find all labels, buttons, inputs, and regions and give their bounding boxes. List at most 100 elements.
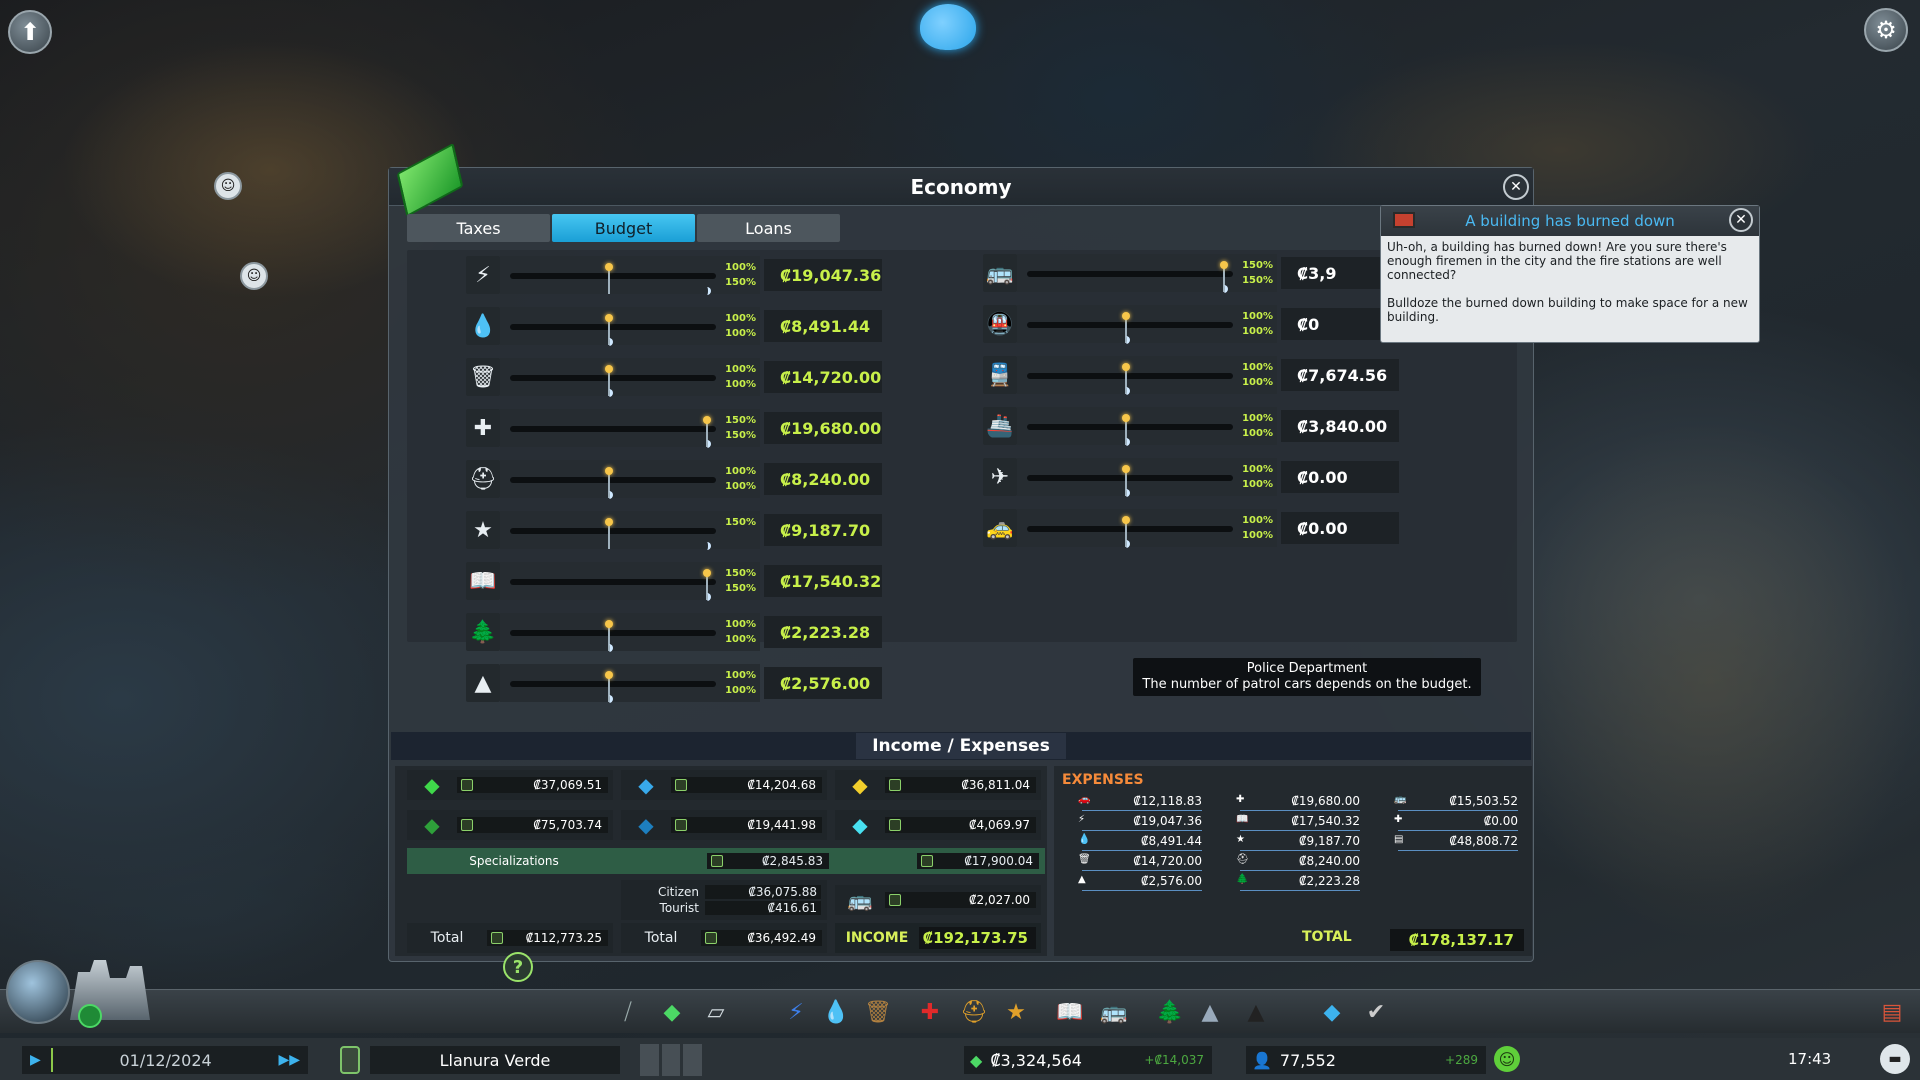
spec-commercial-value: ₡2,845.83 [761,854,823,868]
moon-icon [703,542,711,550]
info-icon[interactable] [491,932,503,944]
commercial-high-income: ◆ ₡19,441.98 [621,810,827,840]
economy-titlebar[interactable]: Economy ✕ [389,142,1533,218]
budget-slider[interactable]: 100% 150% [500,256,760,295]
date-display: 01/12/2024 [119,1050,212,1070]
income-expenses-header: Income / Expenses [391,732,1531,760]
slider-handle[interactable] [608,525,610,549]
city-name[interactable]: Llanura Verde [370,1046,620,1074]
expense-value: ₡48,808.72 [1449,834,1518,848]
info-icon[interactable] [675,819,687,831]
view-buttons[interactable] [640,1044,703,1076]
budget-expense-value: ₡19,047.36 [764,259,882,291]
transport-icon[interactable]: 🚌 [1098,996,1130,1028]
industrial-icon: ◆ [852,773,868,797]
districts-icon[interactable]: ▱ [700,996,732,1028]
day-budget-pct: 100% [1242,515,1273,526]
total-residential-value: ₡112,773.25 [525,931,602,945]
expense-item: 📖 ₡17,540.32 [1236,814,1360,831]
budget-row: 🗑 100% 100% ₡14,720.00 [466,358,882,397]
garbage-icon[interactable]: 🗑 [862,996,894,1028]
globe-icon[interactable] [6,960,70,1024]
parks-icon[interactable]: 🌲 [1154,996,1186,1028]
tab-loans[interactable]: Loans [697,214,840,242]
budget-slider[interactable]: 100% 100% [500,358,760,397]
map-info-marker[interactable]: ☺ [240,262,268,290]
happiness-icon[interactable]: ☺ [1494,1046,1520,1072]
police-icon[interactable]: ★ [1000,996,1032,1028]
tooltip-text: The number of patrol cars depends on the… [1142,677,1472,692]
slider-handle[interactable] [608,270,610,294]
monuments-icon[interactable]: ▲ [1194,996,1226,1028]
education-icon[interactable]: 📖 [1054,996,1086,1028]
info-icon[interactable] [921,855,933,867]
unlock-button[interactable]: ⬆ [8,10,52,54]
tab-taxes[interactable]: Taxes [407,214,550,242]
info-icon[interactable] [889,894,901,906]
budget-slider[interactable]: 100% 100% [500,613,760,652]
budget-slider[interactable]: 100% 100% [1017,458,1277,497]
budget-slider[interactable]: 100% 100% [500,664,760,703]
disaster-icon[interactable]: ▤ [1876,996,1908,1028]
notification-panel: A building has burned down ✕ Uh-oh, a bu… [1380,205,1760,343]
budget-expense-value: ₡3,840.00 [1281,410,1399,442]
moon-icon [1122,540,1130,548]
help-button[interactable]: ? [503,952,533,982]
expense-category-icon: ▲ [1078,874,1086,885]
info-icon[interactable] [675,779,687,791]
arrow-icon: ⬆ [19,18,41,46]
sun-icon [1122,312,1130,320]
tab-budget[interactable]: Budget [552,214,695,242]
checklist-icon[interactable]: ✔ [1360,996,1392,1028]
budget-slider[interactable]: 150% 150% [1017,254,1277,293]
settings-button[interactable]: ⚙ [1864,8,1908,52]
budget-row: 🚇 100% 100% ₡0 [983,305,1399,344]
expense-item: ⛑ ₡8,240.00 [1236,854,1360,871]
fire-icon[interactable]: ⛑ [958,996,990,1028]
budget-row: ⚡ 100% 150% ₡19,047.36 [466,256,882,295]
money-icon [396,142,464,218]
camera-icon: ▬ [1888,1051,1902,1067]
budget-expense-value: ₡2,576.00 [764,667,882,699]
roads-icon[interactable]: ⧸ [612,996,644,1028]
budget-slider[interactable]: 150% 150% [500,562,760,601]
budget-slider[interactable]: 100% 100% [500,460,760,499]
water-icon[interactable]: 💧 [820,996,852,1028]
chirper-bird-icon[interactable] [920,4,976,50]
budget-slider[interactable]: 150% [500,511,760,550]
budget-slider[interactable]: 100% 100% [1017,305,1277,344]
info-icon[interactable] [889,779,901,791]
budget-sliders-area: ⚡ 100% 150% ₡19,047.36 💧 100% 100% ₡8,491.44 🗑 10… [407,250,1517,703]
budget-slider[interactable]: 100% 100% [500,307,760,346]
budget-slider[interactable]: 100% 100% [1017,407,1277,446]
close-icon: ✕ [1735,212,1747,228]
speed-icon[interactable]: ▶▶ [278,1052,300,1068]
electricity-icon[interactable]: ⚡ [780,996,812,1028]
expense-category-icon: ✚ [1236,794,1245,805]
info-icon[interactable] [711,855,723,867]
zoning-icon[interactable]: ◆ [656,996,688,1028]
budget-slider[interactable]: 100% 100% [1017,509,1277,548]
policies-icon[interactable]: ◆ [1316,996,1348,1028]
landmarks-icon[interactable]: ▲ [1240,996,1272,1028]
info-icon[interactable] [461,819,473,831]
healthcare-icon[interactable]: ✚ [914,996,946,1028]
residential-high-icon: ◆ [424,813,440,837]
info-icon[interactable] [889,819,901,831]
budget-slider[interactable]: 100% 100% [1017,356,1277,395]
close-button[interactable]: ✕ [1503,174,1529,200]
commercial-low-income: ◆ ₡14,204.68 [621,770,827,800]
tourist-label: Tourist [659,901,699,915]
info-icon[interactable] [461,779,473,791]
notification-header[interactable]: A building has burned down ✕ [1381,206,1759,236]
notification-close-button[interactable]: ✕ [1729,208,1753,232]
budget-slider[interactable]: 150% 150% [500,409,760,448]
pause-indicator-icon[interactable] [340,1046,360,1074]
sun-icon [1122,414,1130,422]
map-info-marker[interactable]: ☺ [214,172,242,200]
play-icon[interactable]: ▶ [30,1052,41,1068]
info-icon[interactable] [705,932,717,944]
lock-icon[interactable] [78,1004,102,1028]
screenshot-button[interactable]: ▬ [1880,1044,1910,1074]
money-panel: ◆ ₡3,324,564 +₡14,037 [964,1046,1212,1074]
